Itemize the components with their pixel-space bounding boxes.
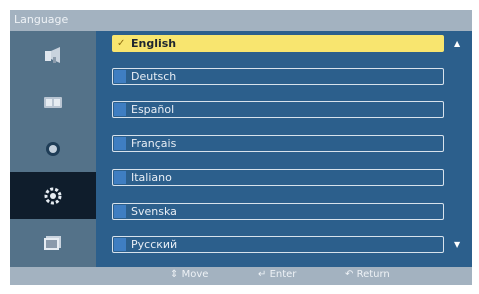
option-label: Русский xyxy=(131,238,178,251)
osd-language-menu: Language ✓ English Deutsch Español Franç… xyxy=(10,10,472,285)
option-marker xyxy=(114,70,126,83)
language-option-francais[interactable]: Français xyxy=(112,135,444,152)
sidebar-item-picture[interactable] xyxy=(10,31,96,78)
language-option-espanol[interactable]: Español xyxy=(112,101,444,118)
language-option-russian[interactable]: Русский xyxy=(112,236,444,253)
picture-icon xyxy=(45,46,60,63)
sidebar-item-setup[interactable] xyxy=(10,125,96,172)
option-marker xyxy=(114,205,126,218)
option-label: Français xyxy=(131,137,177,150)
option-label: Español xyxy=(131,103,175,116)
sidebar-item-settings[interactable] xyxy=(10,172,96,219)
sidebar-item-multi-control[interactable] xyxy=(10,219,96,266)
scroll-up-icon[interactable]: ▲ xyxy=(454,39,460,48)
scroll-down-icon[interactable]: ▼ xyxy=(454,240,460,249)
title-bar: Language xyxy=(10,10,472,31)
option-label: Svenska xyxy=(131,205,177,218)
enter-hint: ↵ Enter xyxy=(258,269,296,280)
language-option-italiano[interactable]: Italiano xyxy=(112,169,444,186)
menu-title: Language xyxy=(14,13,69,26)
setup-icon xyxy=(46,141,60,156)
return-label: Return xyxy=(356,269,390,280)
option-label: Deutsch xyxy=(131,70,177,83)
multi-control-icon xyxy=(44,235,61,250)
move-icon: ⇕ xyxy=(170,269,179,280)
option-marker xyxy=(114,103,126,116)
language-option-svenska[interactable]: Svenska xyxy=(112,203,444,220)
move-hint: ⇕ Move xyxy=(170,269,208,280)
option-marker xyxy=(114,171,126,184)
settings-icon xyxy=(44,187,62,204)
return-hint: ↶ Return xyxy=(345,269,390,280)
language-option-english[interactable]: ✓ English xyxy=(112,35,444,52)
check-icon: ✓ xyxy=(117,38,126,49)
option-label: English xyxy=(131,37,177,50)
enter-icon: ↵ xyxy=(258,269,267,280)
key-hint-bar: ⇕ Move ↵ Enter ↶ Return xyxy=(10,267,472,285)
category-sidebar xyxy=(10,31,96,267)
option-marker xyxy=(114,238,126,251)
sound-icon xyxy=(44,96,62,108)
option-label: Italiano xyxy=(131,171,172,184)
enter-label: Enter xyxy=(269,269,297,280)
sidebar-item-sound[interactable] xyxy=(10,78,96,125)
option-marker xyxy=(114,137,126,150)
language-option-deutsch[interactable]: Deutsch xyxy=(112,68,444,85)
move-label: Move xyxy=(181,269,209,280)
return-icon: ↶ xyxy=(345,269,354,280)
language-list: ✓ English Deutsch Español Français Itali… xyxy=(96,31,472,267)
